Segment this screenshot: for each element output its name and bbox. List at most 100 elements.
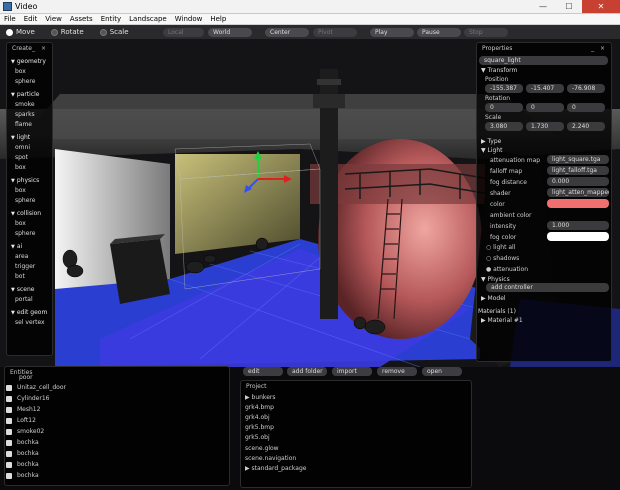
project-file[interactable]: grk4.obj [245, 414, 270, 421]
project-folder-bunkers[interactable]: ▶ bunkers [245, 394, 275, 401]
create-light-spot[interactable]: spot [11, 153, 52, 163]
create-particle-flame[interactable]: flame [11, 120, 52, 130]
category-particle[interactable]: ▼ particle [11, 90, 52, 100]
create-scene-portal[interactable]: portal [11, 295, 52, 305]
menu-landscape[interactable]: Landscape [125, 15, 171, 23]
create-light-omni[interactable]: omni [11, 143, 52, 153]
mode-scale[interactable]: Scale [99, 28, 129, 36]
menu-file[interactable]: File [0, 15, 20, 23]
entity-row[interactable]: smoke02 [6, 428, 44, 435]
project-file[interactable]: scene.navigation [245, 455, 296, 462]
entity-row[interactable]: Unitaz_cell_door [6, 384, 66, 391]
category-ai[interactable]: ▼ ai [11, 242, 52, 252]
transform-section[interactable]: ▼ Transform [481, 67, 517, 74]
pause-button[interactable]: Pause [417, 28, 461, 37]
visibility-checkbox[interactable] [6, 472, 12, 479]
create-particle-smoke[interactable]: smoke [11, 100, 52, 110]
entity-row[interactable]: bochka [6, 439, 39, 446]
mode-move[interactable]: Move [6, 28, 35, 36]
close-button[interactable]: ✕ [582, 0, 620, 13]
scale-z-field[interactable]: 2.240 [567, 122, 605, 131]
visibility-checkbox[interactable] [6, 439, 12, 446]
pivot-button[interactable]: Pivot [313, 28, 357, 37]
intensity-field[interactable]: 1.000 [547, 221, 609, 230]
entity-row[interactable]: Mesh12 [6, 406, 40, 413]
play-button[interactable]: Play [370, 28, 414, 37]
color-swatch[interactable] [547, 199, 609, 208]
create-ai-area[interactable]: area [11, 252, 52, 262]
entity-row[interactable]: Cylinder16 [6, 395, 49, 402]
attenuation-map-field[interactable]: light_square.tga [547, 155, 609, 164]
world-button[interactable]: World [208, 28, 252, 37]
light-section[interactable]: ▼ Light [481, 147, 503, 154]
visibility-checkbox[interactable] [6, 406, 12, 413]
category-collision[interactable]: ▼ collision [11, 209, 52, 219]
menu-edit[interactable]: Edit [20, 15, 42, 23]
menu-window[interactable]: Window [171, 15, 207, 23]
visibility-checkbox[interactable] [6, 461, 12, 468]
fog-distance-field[interactable]: 0.000 [547, 177, 609, 186]
minimize-button[interactable]: — [530, 0, 556, 13]
create-ai-trigger[interactable]: trigger [11, 262, 52, 272]
add-folder-button[interactable]: add folder [287, 367, 327, 376]
project-file[interactable]: grk4.bmp [245, 404, 274, 411]
position-y-field[interactable]: -15.407 [526, 84, 564, 93]
project-file[interactable]: scene.glow [245, 445, 279, 452]
menu-view[interactable]: View [41, 15, 66, 23]
menu-help[interactable]: Help [206, 15, 230, 23]
physics-section[interactable]: ▼ Physics [481, 276, 510, 283]
visibility-checkbox[interactable] [6, 428, 12, 435]
open-button[interactable]: open [422, 367, 462, 376]
rotation-z-field[interactable]: 0 [567, 103, 605, 112]
import-button[interactable]: import [332, 367, 372, 376]
scale-y-field[interactable]: 1.730 [526, 122, 564, 131]
material-item[interactable]: ▶ Material #1 [481, 317, 523, 324]
visibility-checkbox[interactable] [6, 417, 12, 424]
shadows-checkbox[interactable]: ○ shadows [486, 255, 519, 262]
falloff-map-field[interactable]: light_falloff.tga [547, 166, 609, 175]
create-light-box[interactable]: box [11, 163, 52, 173]
create-particle-sparks[interactable]: sparks [11, 110, 52, 120]
scale-x-field[interactable]: 3.080 [485, 122, 523, 131]
project-file[interactable]: grk5.obj [245, 434, 270, 441]
category-geometry[interactable]: ▼ geometry [11, 57, 52, 67]
entity-row[interactable]: Loft12 [6, 417, 36, 424]
entity-row[interactable]: bochka [6, 461, 39, 468]
project-folder-standard-package[interactable]: ▶ standard_package [245, 465, 306, 472]
create-panel-controls[interactable]: _ × [32, 43, 48, 54]
stop-button[interactable]: Stop [464, 28, 508, 37]
menu-assets[interactable]: Assets [66, 15, 97, 23]
visibility-checkbox[interactable] [6, 384, 12, 391]
category-edit-geom[interactable]: ▼ edit geom [11, 308, 52, 318]
attenuation-checkbox[interactable]: ● attenuation [486, 266, 528, 273]
create-physics-box[interactable]: box [11, 186, 52, 196]
entity-row[interactable]: bochka [6, 472, 39, 479]
local-button[interactable]: Local [163, 28, 204, 37]
category-physics[interactable]: ▼ physics [11, 176, 52, 186]
rotation-x-field[interactable]: 0 [485, 103, 523, 112]
menu-entity[interactable]: Entity [97, 15, 125, 23]
create-geometry-box[interactable]: box [11, 67, 52, 77]
position-x-field[interactable]: -155.387 [485, 84, 523, 93]
position-z-field[interactable]: -76.908 [567, 84, 605, 93]
visibility-checkbox[interactable] [6, 450, 12, 457]
center-button[interactable]: Center [265, 28, 309, 37]
type-section[interactable]: ▶ Type [481, 138, 501, 145]
category-light[interactable]: ▼ light [11, 133, 52, 143]
maximize-button[interactable]: ☐ [556, 0, 582, 13]
remove-button[interactable]: remove [377, 367, 417, 376]
mode-rotate[interactable]: Rotate [50, 28, 84, 36]
create-physics-sphere[interactable]: sphere [11, 196, 52, 206]
rotation-y-field[interactable]: 0 [526, 103, 564, 112]
edit-button[interactable]: edit [243, 367, 283, 376]
create-ai-bot[interactable]: bot [11, 272, 52, 282]
project-file[interactable]: grk5.bmp [245, 424, 274, 431]
create-collision-sphere[interactable]: sphere [11, 229, 52, 239]
category-scene[interactable]: ▼ scene [11, 285, 52, 295]
create-collision-box[interactable]: box [11, 219, 52, 229]
visibility-checkbox[interactable] [6, 395, 12, 402]
model-section[interactable]: ▶ Model [481, 295, 506, 302]
entity-name-field[interactable]: square_light [479, 56, 608, 65]
shader-field[interactable]: light_atten_mapped.p [547, 188, 609, 197]
light-all-checkbox[interactable]: ○ light all [486, 244, 515, 251]
